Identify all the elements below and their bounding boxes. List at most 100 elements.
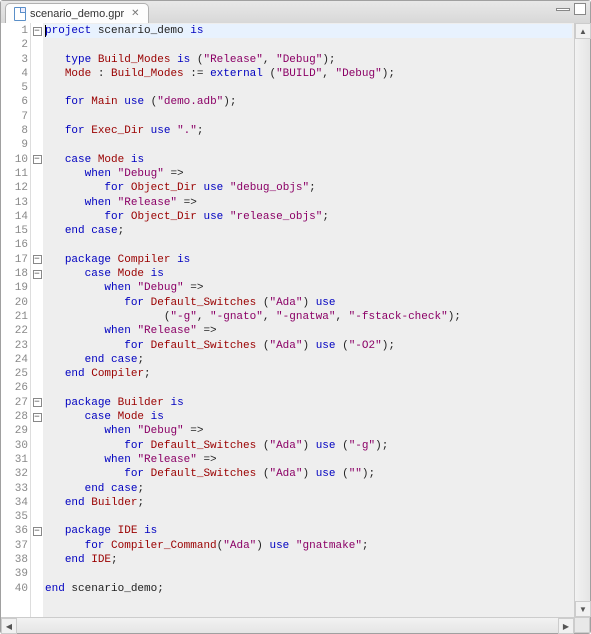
code-line[interactable]: [45, 81, 572, 95]
code-line[interactable]: for Object_Dir use "release_objs";: [45, 210, 572, 224]
code-line[interactable]: for Exec_Dir use ".";: [45, 124, 572, 138]
token-plain: [45, 282, 104, 294]
code-line[interactable]: end case;: [45, 353, 572, 367]
token-str: "release_objs": [230, 211, 322, 223]
token-plain: [289, 540, 296, 552]
scroll-down-icon[interactable]: ▼: [575, 601, 591, 617]
fold-toggle-icon[interactable]: −: [33, 27, 42, 36]
code-line[interactable]: case Mode is: [45, 410, 572, 424]
vertical-scrollbar[interactable]: ▲ ▼: [574, 23, 590, 617]
code-line[interactable]: [45, 381, 572, 395]
code-area[interactable]: project scenario_demo is type Build_Mode…: [43, 23, 574, 617]
code-line[interactable]: for Compiler_Command("Ada") use "gnatmak…: [45, 539, 572, 553]
fold-toggle-icon[interactable]: −: [33, 155, 42, 164]
code-line[interactable]: [45, 510, 572, 524]
token-kw: end: [65, 497, 85, 509]
code-line[interactable]: when "Debug" =>: [45, 281, 572, 295]
line-number: 33: [3, 482, 28, 496]
code-line[interactable]: [45, 138, 572, 152]
token-plain: [223, 182, 230, 194]
horizontal-scroll-track[interactable]: [17, 618, 558, 633]
code-line[interactable]: for Default_Switches ("Ada") use ("");: [45, 467, 572, 481]
minimize-icon[interactable]: [556, 8, 570, 11]
fold-cell: [31, 310, 43, 324]
token-plain: [45, 197, 85, 209]
token-plain: ;: [137, 497, 144, 509]
horizontal-scrollbar[interactable]: ◀ ▶: [1, 617, 574, 633]
code-line[interactable]: end case;: [45, 224, 572, 238]
code-line[interactable]: for Default_Switches ("Ada") use: [45, 296, 572, 310]
maximize-icon[interactable]: [574, 3, 586, 15]
line-number: 35: [3, 510, 28, 524]
code-line[interactable]: project scenario_demo is: [45, 24, 572, 38]
line-number: 8: [3, 124, 28, 138]
fold-toggle-icon[interactable]: −: [33, 413, 42, 422]
token-ident: Builder: [91, 497, 137, 509]
line-number: 13: [3, 196, 28, 210]
token-kw: case: [91, 225, 117, 237]
fold-toggle-icon[interactable]: −: [33, 527, 42, 536]
token-plain: [45, 425, 104, 437]
line-number: 19: [3, 281, 28, 295]
code-line[interactable]: [45, 238, 572, 252]
code-line[interactable]: [45, 110, 572, 124]
code-line[interactable]: when "Release" =>: [45, 453, 572, 467]
code-line[interactable]: package Compiler is: [45, 253, 572, 267]
vertical-scroll-track[interactable]: [575, 39, 590, 601]
token-plain: [45, 211, 104, 223]
token-str: "BUILD": [276, 68, 322, 80]
code-line[interactable]: package IDE is: [45, 524, 572, 538]
file-tab[interactable]: scenario_demo.gpr ✕: [5, 3, 149, 23]
fold-toggle-icon[interactable]: −: [33, 270, 42, 279]
line-number: 9: [3, 138, 28, 152]
token-plain: [111, 397, 118, 409]
token-kw: when: [85, 197, 111, 209]
code-line[interactable]: ("-g", "-gnato", "-gnatwa", "-fstack-che…: [45, 310, 572, 324]
token-str: "gnatmake": [296, 540, 362, 552]
code-line[interactable]: Mode : Build_Modes := external ("BUILD",…: [45, 67, 572, 81]
token-plain: [91, 54, 98, 66]
code-line[interactable]: end IDE;: [45, 553, 572, 567]
code-line[interactable]: end Compiler;: [45, 367, 572, 381]
code-line[interactable]: when "Debug" =>: [45, 424, 572, 438]
code-line[interactable]: [45, 38, 572, 52]
code-line[interactable]: case Mode is: [45, 153, 572, 167]
fold-cell: [31, 210, 43, 224]
code-line[interactable]: when "Debug" =>: [45, 167, 572, 181]
fold-toggle-icon[interactable]: −: [33, 398, 42, 407]
line-number: 1: [3, 24, 28, 38]
code-line[interactable]: end Builder;: [45, 496, 572, 510]
line-number: 36: [3, 524, 28, 538]
code-line[interactable]: when "Release" =>: [45, 196, 572, 210]
code-line[interactable]: for Object_Dir use "debug_objs";: [45, 181, 572, 195]
fold-cell: [31, 181, 43, 195]
code-line[interactable]: for Main use ("demo.adb");: [45, 95, 572, 109]
token-plain: [124, 211, 131, 223]
scroll-left-icon[interactable]: ◀: [1, 618, 17, 634]
code-line[interactable]: end case;: [45, 482, 572, 496]
code-line[interactable]: [45, 567, 572, 581]
token-kw: use: [316, 297, 336, 309]
scroll-right-icon[interactable]: ▶: [558, 618, 574, 634]
token-plain: [111, 411, 118, 423]
close-icon[interactable]: ✕: [131, 8, 139, 19]
code-line[interactable]: for Default_Switches ("Ada") use ("-O2")…: [45, 339, 572, 353]
code-line[interactable]: type Build_Modes is ("Release", "Debug")…: [45, 53, 572, 67]
token-plain: (: [336, 468, 349, 480]
code-line[interactable]: package Builder is: [45, 396, 572, 410]
code-line[interactable]: when "Release" =>: [45, 324, 572, 338]
token-plain: [45, 368, 65, 380]
line-number: 7: [3, 110, 28, 124]
scroll-up-icon[interactable]: ▲: [575, 23, 591, 39]
line-number: 34: [3, 496, 28, 510]
fold-cell: [31, 324, 43, 338]
token-plain: =>: [197, 454, 217, 466]
token-kw: is: [190, 25, 203, 37]
code-line[interactable]: case Mode is: [45, 267, 572, 281]
code-line[interactable]: for Default_Switches ("Ada") use ("-g");: [45, 439, 572, 453]
fold-toggle-icon[interactable]: −: [33, 255, 42, 264]
token-plain: scenario_demo: [91, 25, 190, 37]
token-str: "debug_objs": [230, 182, 309, 194]
token-kw: for: [124, 340, 144, 352]
code-line[interactable]: end scenario_demo;: [45, 582, 572, 596]
